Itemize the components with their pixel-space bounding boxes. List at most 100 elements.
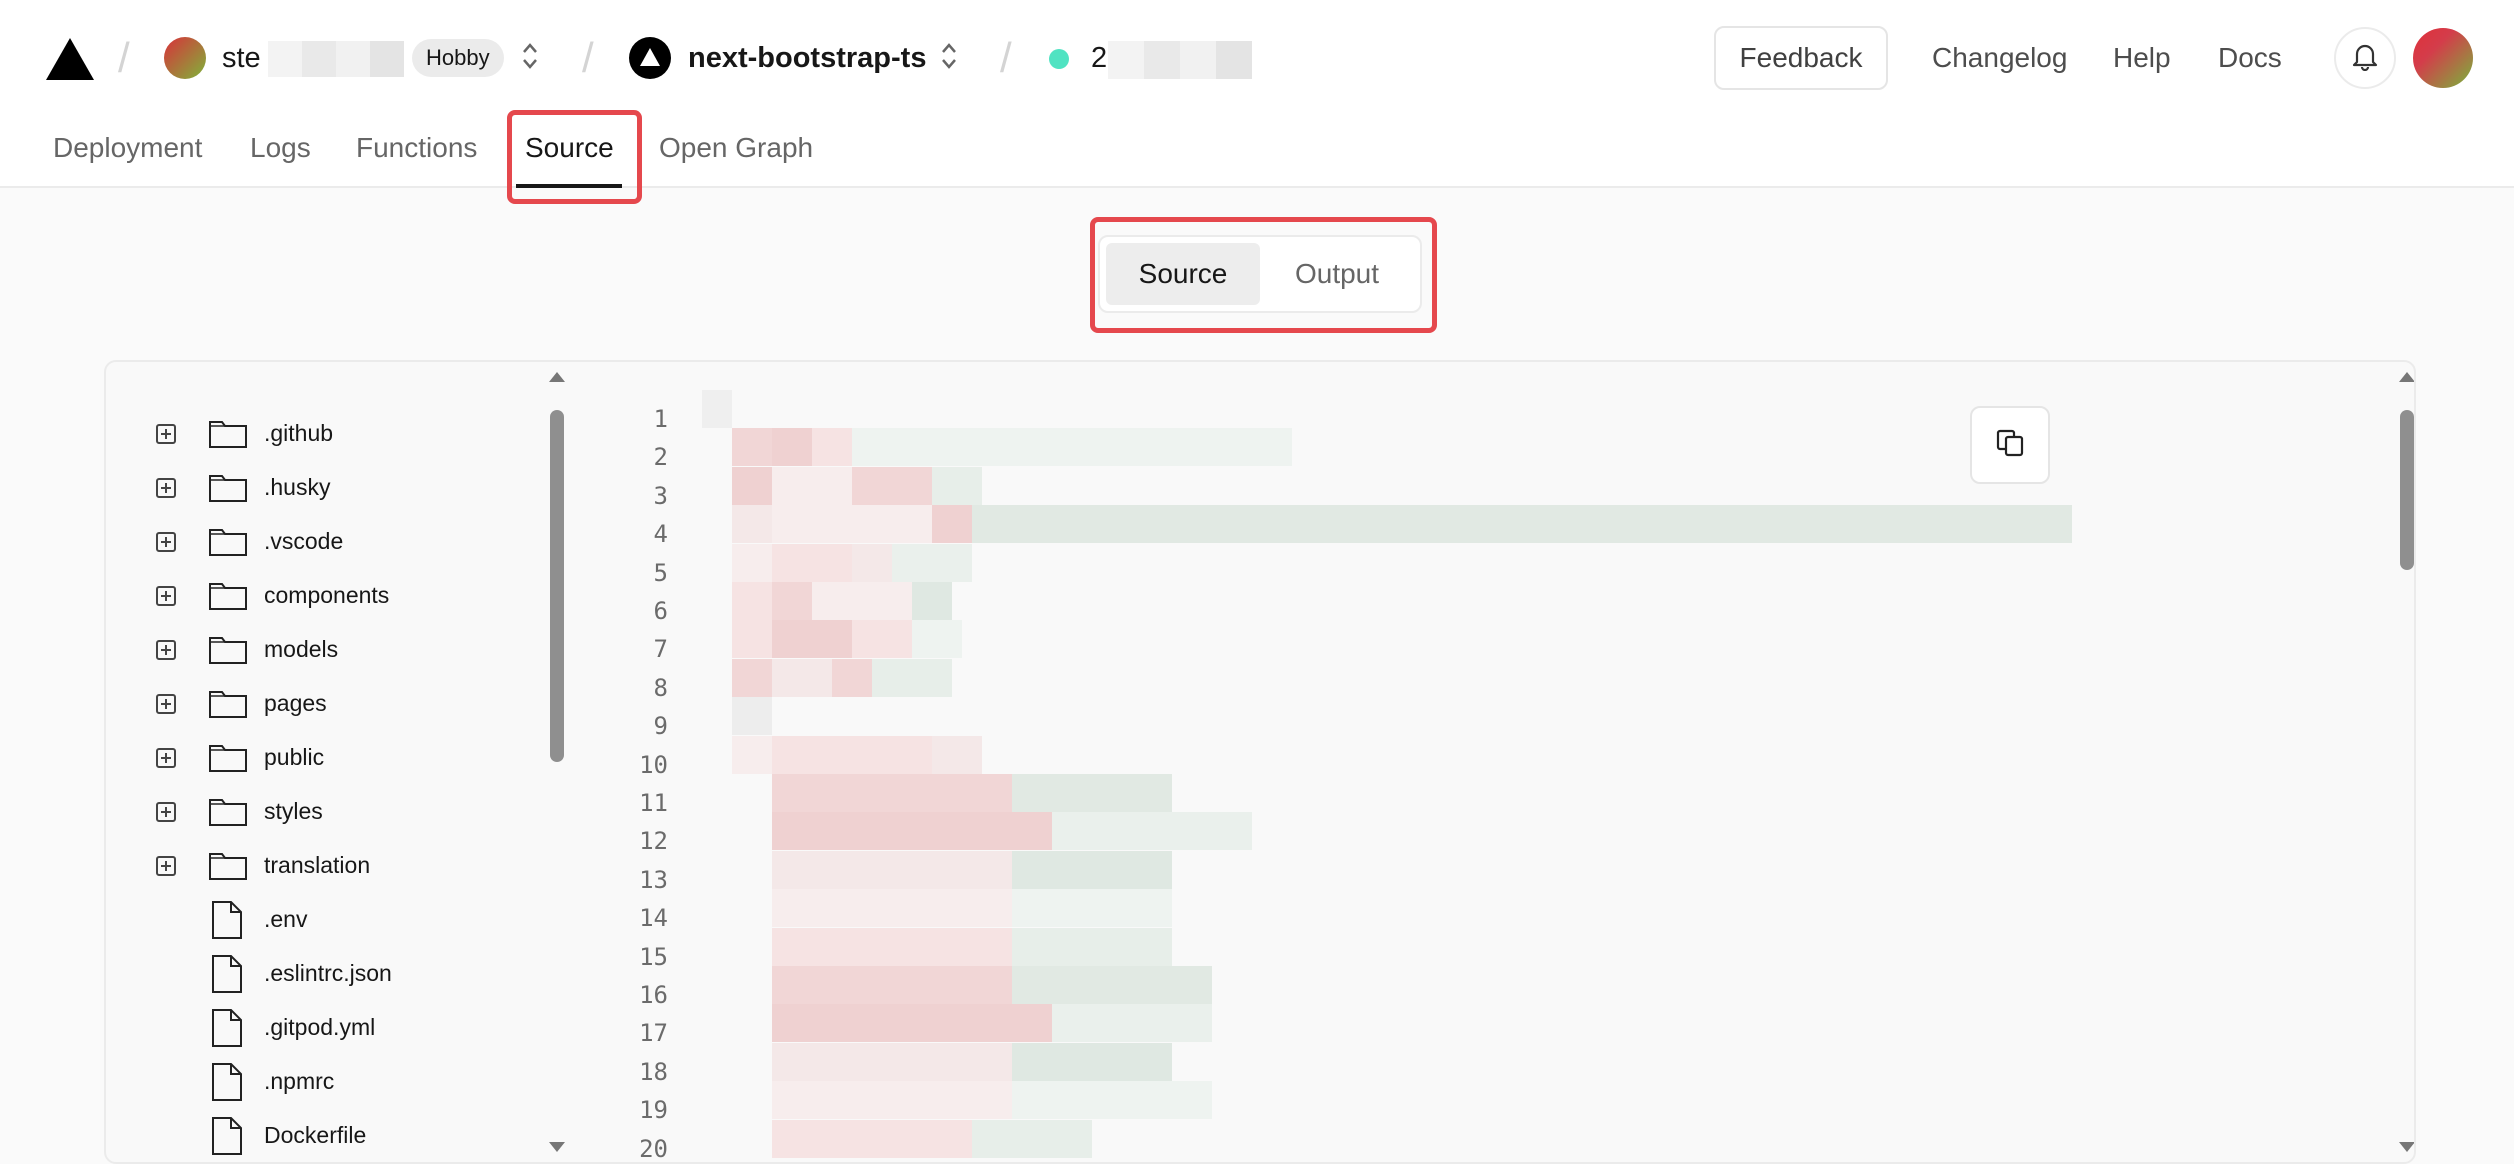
team-name[interactable]: ste	[222, 40, 261, 76]
line-number: 16	[639, 981, 668, 1009]
line-number: 17	[639, 1019, 668, 1048]
tree-folder[interactable]: components	[106, 570, 546, 624]
folder-icon	[208, 416, 248, 455]
source-output-toggle: Source Output	[1098, 235, 1422, 313]
copy-button[interactable]	[1970, 406, 2050, 484]
docs-link[interactable]: Docs	[2218, 40, 2282, 76]
tree-file-label: .npmrc	[264, 1068, 335, 1094]
pixelated-code-block	[732, 658, 772, 697]
file-tree: .github .husky .vscode components models…	[106, 362, 574, 1162]
line-number: 3	[653, 481, 668, 510]
vercel-logo-icon[interactable]	[46, 38, 94, 85]
pixelated-code-block	[932, 505, 972, 544]
tree-folder[interactable]: public	[106, 732, 546, 786]
tree-file[interactable]: Dockerfile	[106, 1110, 546, 1162]
folder-icon	[208, 524, 248, 563]
pixelated-code-block	[972, 505, 2072, 544]
expand-plus-icon[interactable]	[156, 802, 176, 822]
line-number: 19	[639, 1096, 668, 1125]
scroll-down-arrow-icon[interactable]	[549, 1142, 565, 1152]
tree-folder[interactable]: .husky	[106, 462, 546, 516]
source-viewer: .github .husky .vscode components models…	[104, 360, 2416, 1164]
redacted-deployment-id	[1108, 41, 1252, 79]
folder-icon	[208, 686, 248, 725]
team-avatar[interactable]	[164, 37, 206, 79]
plan-badge: Hobby	[412, 39, 504, 77]
pixelated-code-block	[772, 735, 932, 774]
pixelated-code-block	[772, 658, 832, 697]
tree-folder[interactable]: styles	[106, 786, 546, 840]
file-tree-scroll-thumb[interactable]	[550, 410, 564, 762]
tab-functions[interactable]: Functions	[356, 128, 477, 168]
scroll-up-arrow-icon[interactable]	[2399, 372, 2414, 382]
chevron-up-down-icon[interactable]	[519, 40, 541, 72]
expand-plus-icon[interactable]	[156, 640, 176, 660]
toggle-output-button[interactable]: Output	[1262, 243, 1412, 305]
line-number: 9	[653, 712, 668, 741]
folder-icon	[208, 632, 248, 671]
tree-file[interactable]: .gitpod.yml	[106, 1002, 546, 1056]
tree-folder[interactable]: models	[106, 624, 546, 678]
pixelated-code-block	[812, 428, 852, 467]
expand-plus-icon[interactable]	[156, 478, 176, 498]
pixelated-code-block	[772, 966, 1012, 1004]
pixelated-code-block	[772, 543, 852, 582]
pixelated-code-block	[772, 582, 812, 620]
file-tree-scrollbar[interactable]	[546, 372, 568, 1156]
expand-plus-icon[interactable]	[156, 856, 176, 876]
expand-plus-icon[interactable]	[156, 586, 176, 606]
breadcrumb-separator: /	[118, 34, 130, 81]
pixelated-code-block	[932, 466, 982, 505]
pixelated-code-block	[772, 620, 852, 659]
project-logo-icon[interactable]	[629, 37, 671, 79]
tree-folder[interactable]: translation	[106, 840, 546, 894]
tree-file[interactable]: .npmrc	[106, 1056, 546, 1110]
tree-folder[interactable]: .vscode	[106, 516, 546, 570]
line-number: 2	[653, 443, 668, 472]
deployment-id[interactable]: 2	[1091, 40, 1107, 76]
tree-folder[interactable]: pages	[106, 678, 546, 732]
pixelated-code-block	[772, 927, 1012, 966]
pixelated-code-block	[1012, 889, 1172, 928]
toggle-source-button[interactable]: Source	[1106, 243, 1260, 305]
pixelated-code-block	[932, 735, 982, 774]
pixelated-code-block	[772, 774, 1012, 812]
pixelated-code-block	[852, 620, 912, 659]
pixelated-code-block	[702, 390, 732, 428]
folder-icon	[208, 794, 248, 833]
pixelated-code-block	[1012, 927, 1172, 966]
scroll-down-arrow-icon[interactable]	[2399, 1142, 2414, 1152]
code-scroll-thumb[interactable]	[2400, 410, 2414, 570]
file-icon	[210, 1116, 244, 1161]
project-name[interactable]: next-bootstrap-ts	[688, 40, 926, 76]
tab-deployment[interactable]: Deployment	[53, 128, 202, 168]
expand-plus-icon[interactable]	[156, 424, 176, 444]
pixelated-code-block	[852, 543, 892, 582]
tree-file[interactable]: .eslintrc.json	[106, 948, 546, 1002]
tab-open-graph[interactable]: Open Graph	[659, 128, 813, 168]
feedback-button[interactable]: Feedback	[1714, 26, 1888, 90]
tab-logs[interactable]: Logs	[250, 128, 311, 168]
pixelated-code-block	[1052, 1004, 1212, 1043]
tree-folder-label: styles	[264, 798, 323, 824]
expand-plus-icon[interactable]	[156, 748, 176, 768]
notifications-button[interactable]	[2334, 27, 2396, 89]
expand-plus-icon[interactable]	[156, 532, 176, 552]
expand-plus-icon[interactable]	[156, 694, 176, 714]
line-number: 7	[653, 635, 668, 664]
tree-file[interactable]: .env	[106, 894, 546, 948]
user-avatar[interactable]	[2413, 28, 2473, 88]
tree-folder[interactable]: .github	[106, 408, 546, 462]
tree-folder-label: .husky	[264, 474, 331, 500]
folder-icon	[208, 470, 248, 509]
pixelated-code-block	[772, 850, 1012, 889]
chevron-up-down-icon[interactable]	[938, 40, 960, 72]
tab-source[interactable]: Source	[525, 128, 614, 168]
pixelated-code-block	[732, 582, 772, 620]
scroll-up-arrow-icon[interactable]	[549, 372, 565, 382]
tree-folder-label: models	[264, 636, 339, 662]
help-link[interactable]: Help	[2113, 40, 2171, 76]
breadcrumb-separator: /	[582, 34, 594, 81]
code-scrollbar[interactable]	[2396, 372, 2414, 1156]
changelog-link[interactable]: Changelog	[1932, 40, 2067, 76]
